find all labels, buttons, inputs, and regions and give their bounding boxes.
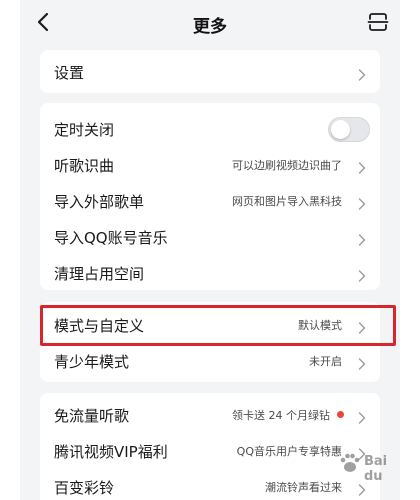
free-data-row[interactable]: 免流量听歌 领卡送 24 个月绿钻 <box>40 397 380 433</box>
tencent-video-vip-row[interactable]: 腾讯视频VIP福利 QQ音乐用户专享特惠 <box>40 433 380 469</box>
watermark: Bai du <box>338 448 400 484</box>
clear-storage-row[interactable]: 清理占用空间 <box>40 255 380 291</box>
chevron-right-icon <box>358 355 366 370</box>
header: 更多 <box>20 0 400 44</box>
free-data-label: 免流量听歌 <box>54 407 130 425</box>
toggle-knob <box>331 120 350 139</box>
ringtone-label: 百变彩铃 <box>54 479 115 497</box>
settings-label: 设置 <box>54 64 85 82</box>
sleep-timer-label: 定时关闭 <box>54 121 115 139</box>
benefits-card: 免流量听歌 领卡送 24 个月绿钻 腾讯视频VIP福利 QQ音乐用户专享特惠 百… <box>40 393 380 500</box>
import-playlist-row[interactable]: 导入外部歌单 网页和图片导入黑科技 <box>40 183 380 219</box>
free-data-value: 领卡送 24 个月绿钻 <box>232 409 330 422</box>
settings-row[interactable]: 设置 <box>40 54 380 90</box>
chevron-right-icon <box>358 66 366 81</box>
ringtone-row[interactable]: 百变彩铃 潮流铃声看过来 <box>40 469 380 500</box>
mode-customize-label: 模式与自定义 <box>54 317 145 335</box>
song-recognition-row[interactable]: 听歌识曲 可以边刷视频边识曲了 <box>40 147 380 183</box>
clear-storage-label: 清理占用空间 <box>54 265 145 283</box>
teen-mode-value: 未开启 <box>309 355 342 368</box>
paw-icon <box>340 453 360 472</box>
song-recognition-value: 可以边刷视频边识曲了 <box>232 159 342 172</box>
more-screen: 更多 设置 定时关闭 听歌识曲 可以边刷视频边识曲了 导入外部歌单 网页和图片导… <box>20 0 400 500</box>
watermark-text: Bai du <box>364 454 388 484</box>
red-dot-badge <box>337 411 344 418</box>
tools-card: 定时关闭 听歌识曲 可以边刷视频边识曲了 导入外部歌单 网页和图片导入黑科技 导… <box>40 103 380 290</box>
import-playlist-label: 导入外部歌单 <box>54 193 145 211</box>
ringtone-value: 潮流铃声看过来 <box>265 481 342 494</box>
page-title: 更多 <box>193 17 227 37</box>
song-recognition-label: 听歌识曲 <box>54 157 115 175</box>
teen-mode-label: 青少年模式 <box>54 353 130 371</box>
chevron-right-icon <box>358 319 366 334</box>
chevron-right-icon <box>358 231 366 246</box>
sleep-timer-toggle[interactable] <box>328 117 370 142</box>
sleep-timer-row: 定时关闭 <box>40 111 380 147</box>
tencent-video-vip-label: 腾讯视频VIP福利 <box>54 443 168 461</box>
settings-card: 设置 <box>40 50 380 93</box>
import-qq-music-label: 导入QQ账号音乐 <box>54 229 168 247</box>
chevron-right-icon <box>358 159 366 174</box>
mode-customize-row[interactable]: 模式与自定义 默认模式 <box>40 307 380 343</box>
mode-card: 模式与自定义 默认模式 青少年模式 未开启 <box>40 302 380 382</box>
tencent-video-vip-value: QQ音乐用户专享特惠 <box>236 445 342 458</box>
import-qq-music-row[interactable]: 导入QQ账号音乐 <box>40 219 380 255</box>
chevron-right-icon <box>358 409 366 424</box>
teen-mode-row[interactable]: 青少年模式 未开启 <box>40 343 380 379</box>
import-playlist-value: 网页和图片导入黑科技 <box>232 195 342 208</box>
scan-icon[interactable] <box>366 10 390 34</box>
chevron-right-icon <box>358 195 366 210</box>
chevron-right-icon <box>358 267 366 282</box>
mode-customize-value: 默认模式 <box>298 319 342 332</box>
